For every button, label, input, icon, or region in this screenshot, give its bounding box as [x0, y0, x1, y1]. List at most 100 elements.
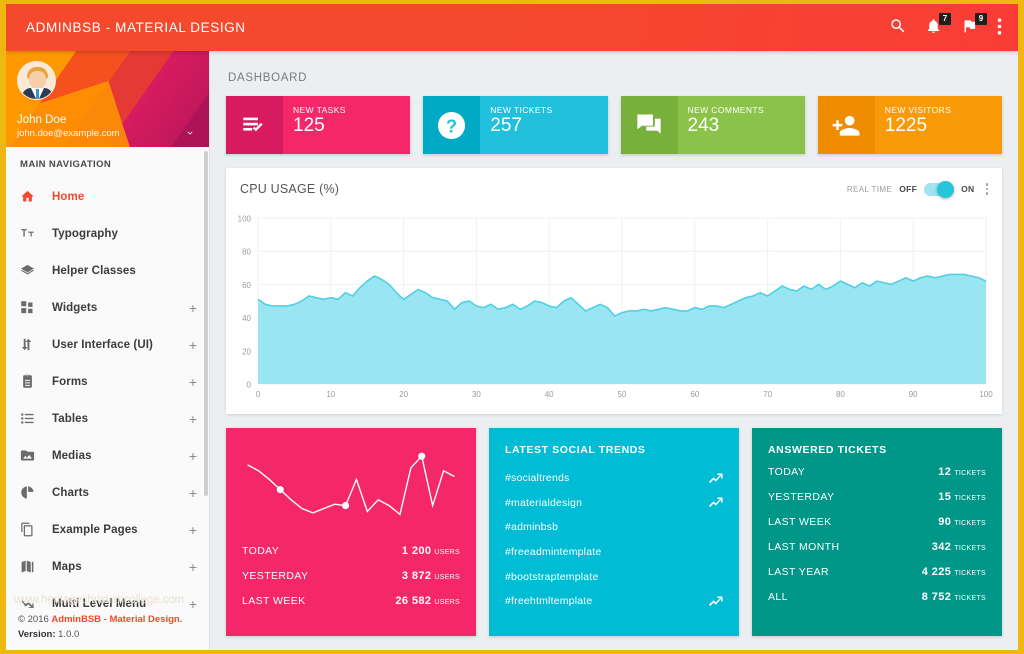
ticket-stat-label: TODAY: [768, 466, 805, 478]
sidebar-item-medias[interactable]: Medias+: [6, 437, 209, 474]
ticket-stat-row: LAST WEEK90TICKETS: [768, 516, 986, 541]
visitors-stat-value: 26 582: [395, 595, 431, 607]
expand-plus-icon[interactable]: +: [189, 486, 197, 500]
sidebar-item-user-interface-ui[interactable]: User Interface (UI) +: [6, 326, 209, 363]
sidebar: John Doe john.doe@example.com MAIN NAVIG…: [6, 51, 210, 650]
visitors-stat-unit: USERS: [434, 574, 460, 581]
cpu-panel-controls: REAL TIME OFF ON: [847, 183, 988, 196]
typography-icon: [20, 226, 42, 241]
social-trend-item[interactable]: #socialtrends: [505, 466, 723, 491]
sidebar-item-forms[interactable]: Forms+: [6, 363, 209, 400]
copy-icon: [20, 522, 42, 537]
expand-plus-icon[interactable]: +: [189, 338, 197, 352]
visitors-stat-row: YESTERDAY 3 872USERS: [226, 570, 476, 595]
expand-plus-icon[interactable]: +: [189, 560, 197, 574]
social-trends-title: LATEST SOCIAL TRENDS: [489, 428, 739, 456]
sidebar-footer: © 2016 AdminBSB - Material Design. Versi…: [6, 608, 209, 650]
expand-plus-icon[interactable]: +: [189, 301, 197, 315]
svg-text:90: 90: [909, 390, 918, 399]
ticket-stat-unit: TICKETS: [954, 545, 986, 552]
ticket-stat-row: LAST YEAR4 225TICKETS: [768, 566, 986, 591]
stat-card-new-tasks[interactable]: NEW TASKS125: [226, 96, 410, 154]
ticket-stat-label: LAST MONTH: [768, 541, 839, 553]
ticket-stat-row: LAST MONTH342TICKETS: [768, 541, 986, 566]
ticket-stat-label: YESTERDAY: [768, 491, 834, 503]
ticket-stat-row: ALL8 752TICKETS: [768, 591, 986, 616]
sidebar-item-maps[interactable]: Maps +: [6, 548, 209, 585]
realtime-on-label: ON: [961, 184, 974, 194]
expand-plus-icon[interactable]: +: [189, 412, 197, 426]
social-trend-tag: #freehtmltemplate: [505, 595, 592, 607]
visitors-stat-unit: USERS: [434, 599, 460, 606]
svg-text:40: 40: [242, 314, 251, 323]
stat-card-value: 1225: [885, 116, 1002, 136]
sidebar-item-widgets[interactable]: Widgets +: [6, 289, 209, 326]
stat-card-value: 243: [688, 116, 805, 136]
visitors-stat-label: LAST WEEK: [242, 595, 306, 607]
visitors-stat-value: 3 872: [402, 570, 432, 582]
avatar[interactable]: [17, 61, 56, 100]
more-vert-icon[interactable]: [997, 17, 1002, 39]
ticket-stat-unit: TICKETS: [954, 470, 986, 477]
stat-card-new-tickets[interactable]: ?NEW TICKETS257: [423, 96, 607, 154]
ticket-stat-label: ALL: [768, 591, 788, 603]
sidebar-item-label: Widgets: [52, 302, 97, 314]
notifications-badge: 7: [939, 13, 951, 25]
stat-card-body: NEW COMMENTS243: [678, 96, 805, 154]
visitors-stat-label: TODAY: [242, 545, 279, 557]
bell-icon[interactable]: 7: [925, 17, 945, 39]
realtime-toggle[interactable]: [924, 183, 954, 196]
version-label: Version:: [18, 629, 56, 640]
sidebar-item-label: Home: [52, 191, 84, 203]
svg-text:20: 20: [242, 347, 251, 356]
visitors-widget: TODAY1 200USERSYESTERDAY3 872USERSLAST W…: [226, 428, 476, 636]
expand-plus-icon[interactable]: +: [189, 375, 197, 389]
sidebar-item-charts[interactable]: Charts+: [6, 474, 209, 511]
copyright-brand-link[interactable]: AdminBSB - Material Design.: [51, 614, 182, 625]
visitors-line-chart: [226, 436, 476, 532]
social-trend-tag: #materialdesign: [505, 497, 582, 509]
social-trend-item[interactable]: #materialdesign: [505, 491, 723, 516]
stat-card-new-comments[interactable]: NEW COMMENTS243: [621, 96, 805, 154]
sidebar-item-label: Example Pages: [52, 524, 138, 536]
trending-up-icon: [708, 497, 723, 508]
expand-plus-icon[interactable]: +: [189, 523, 197, 537]
home-icon: [20, 189, 42, 204]
social-trend-item[interactable]: #freeadmintemplate: [505, 540, 723, 565]
expand-plus-icon[interactable]: +: [189, 449, 197, 463]
sidebar-item-label: User Interface (UI): [52, 339, 153, 351]
svg-text:100: 100: [238, 215, 252, 224]
sidebar-item-typography[interactable]: Typography: [6, 215, 209, 252]
social-trend-item[interactable]: #freehtmltemplate: [505, 589, 723, 614]
sidebar-item-home[interactable]: Home: [6, 178, 209, 215]
search-icon[interactable]: [889, 17, 909, 39]
sidebar-item-label: Maps: [52, 561, 82, 573]
svg-text:60: 60: [690, 390, 699, 399]
copyright-prefix: © 2016: [18, 614, 51, 625]
svg-text:80: 80: [242, 248, 251, 257]
chevron-down-icon[interactable]: [183, 125, 197, 135]
sidebar-item-helper-classes[interactable]: Helper Classes: [6, 252, 209, 289]
nav-section-label: MAIN NAVIGATION: [6, 147, 209, 178]
social-trend-item[interactable]: #adminbsb: [505, 515, 723, 540]
more-vert-icon[interactable]: [982, 183, 989, 195]
cpu-usage-panel: CPU USAGE (%) REAL TIME OFF ON 020406080…: [226, 168, 1002, 414]
social-trend-tag: #freeadmintemplate: [505, 546, 601, 558]
realtime-off-label: OFF: [899, 184, 917, 194]
stat-card-label: NEW TICKETS: [490, 105, 607, 115]
sidebar-item-example-pages[interactable]: Example Pages +: [6, 511, 209, 548]
visitors-stat-label: YESTERDAY: [242, 570, 308, 582]
copyright-text: © 2016 AdminBSB - Material Design.: [18, 614, 197, 625]
stat-card-new-visitors[interactable]: NEW VISITORS1225: [818, 96, 1002, 154]
user-info-panel: John Doe john.doe@example.com: [6, 51, 209, 147]
ticket-stat-label: LAST WEEK: [768, 516, 832, 528]
page-title: DASHBOARD: [228, 72, 1002, 84]
sidebar-item-tables[interactable]: Tables+: [6, 400, 209, 437]
ticket-stat-row: TODAY12TICKETS: [768, 466, 986, 491]
user-name: John Doe: [17, 114, 120, 126]
sidebar-scrollbar[interactable]: [204, 151, 208, 496]
ticket-stat-unit: TICKETS: [954, 595, 986, 602]
map-icon: [20, 559, 42, 574]
social-trend-item[interactable]: #bootstraptemplate: [505, 564, 723, 589]
flag-icon[interactable]: 9: [961, 17, 981, 39]
